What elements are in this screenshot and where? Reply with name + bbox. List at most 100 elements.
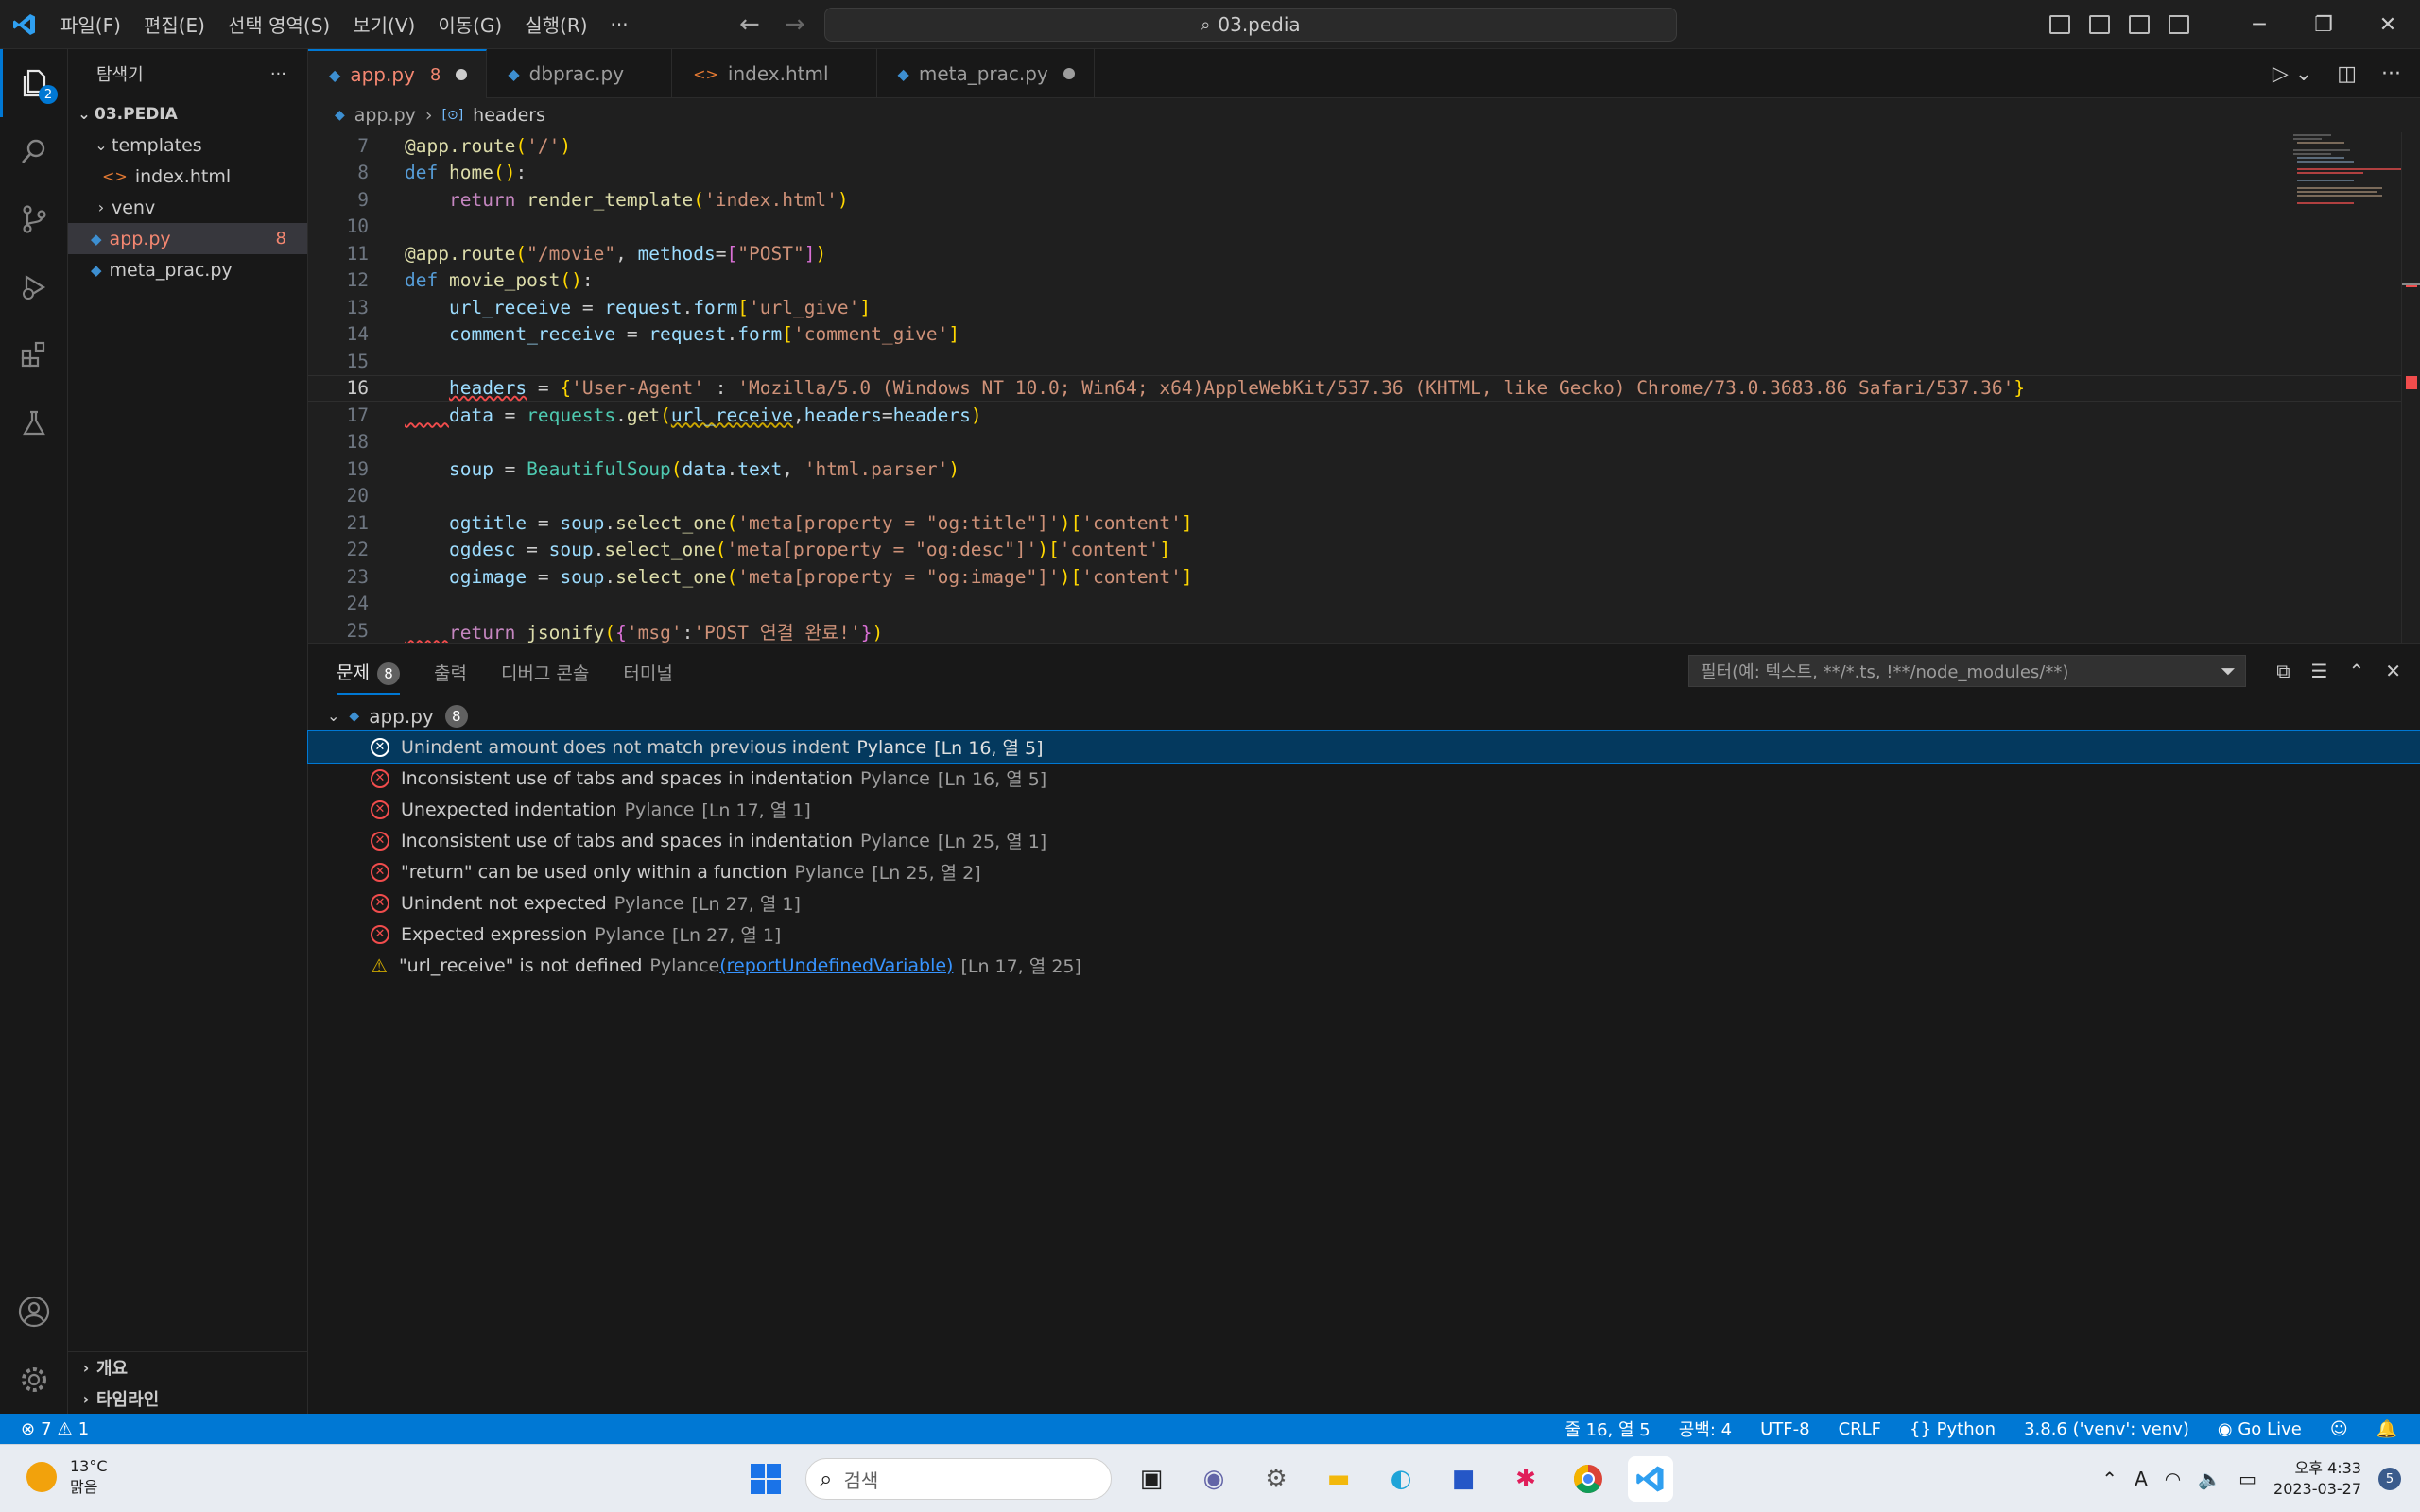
- bell-icon[interactable]: 🔔: [2377, 1419, 2397, 1439]
- toggle-panel-icon[interactable]: [2089, 15, 2110, 34]
- vscode-taskbar-icon[interactable]: [1628, 1456, 1673, 1502]
- toggle-secondary-sidebar-icon[interactable]: [2129, 15, 2150, 34]
- store-icon[interactable]: ■: [1441, 1456, 1486, 1502]
- notification-badge[interactable]: 5: [2378, 1468, 2401, 1490]
- weather-widget[interactable]: 13°C 맑음: [26, 1456, 108, 1498]
- file-explorer-icon[interactable]: ▬: [1316, 1456, 1361, 1502]
- back-arrow-icon[interactable]: ←: [739, 10, 760, 39]
- testing-flask-icon[interactable]: [0, 389, 68, 457]
- clock[interactable]: 오후 4:33 2023-03-27: [2273, 1458, 2361, 1500]
- windows-start-icon[interactable]: [743, 1456, 788, 1502]
- tree-item-venv[interactable]: › venv: [68, 192, 307, 223]
- maximize-panel-icon[interactable]: ⌃: [2348, 660, 2364, 682]
- cursor-position[interactable]: 줄 16, 열 5: [1564, 1417, 1650, 1441]
- tab-dbprac-py[interactable]: ◆ dbprac.py: [487, 49, 673, 98]
- collapse-all-icon[interactable]: ⧉: [2276, 660, 2290, 682]
- problem-rule-link[interactable]: (reportUndefinedVariable): [719, 955, 953, 976]
- volume-icon[interactable]: 🔈: [2198, 1468, 2221, 1490]
- outline-section[interactable]: › 개요: [68, 1351, 308, 1383]
- run-file-icon[interactable]: ▷ ⌄: [2273, 62, 2312, 86]
- problem-item[interactable]: ✕ "return" can be used only within a func…: [308, 856, 2420, 887]
- feedback-icon[interactable]: ☺: [2330, 1419, 2348, 1439]
- problem-item[interactable]: ✕ Unindent amount does not match previous…: [307, 730, 2420, 764]
- chevron-up-icon[interactable]: ⌃: [2101, 1468, 2118, 1490]
- ime-icon[interactable]: A: [2135, 1468, 2148, 1490]
- maximize-button[interactable]: ❐: [2291, 0, 2356, 49]
- customize-layout-icon[interactable]: [2169, 15, 2189, 34]
- explorer-icon[interactable]: 2: [0, 49, 68, 117]
- extensions-icon[interactable]: [0, 321, 68, 389]
- tab-debug-console[interactable]: 디버그 콘솔: [501, 660, 589, 685]
- minimap[interactable]: [2288, 132, 2401, 643]
- language-mode[interactable]: {} Python: [1910, 1419, 1996, 1439]
- slack-icon[interactable]: ✱: [1503, 1456, 1548, 1502]
- tab-index-html[interactable]: <> index.html: [672, 49, 877, 98]
- code-line: 14 comment_receive = request.form['comme…: [308, 321, 2401, 349]
- indentation[interactable]: 공백: 4: [1679, 1417, 1732, 1441]
- filter-icon[interactable]: ⏷: [2221, 660, 2236, 682]
- problem-item[interactable]: ✕ Expected expression Pylance [Ln 27, 열 1]: [308, 919, 2420, 950]
- tree-item-templates[interactable]: ⌄ templates: [68, 129, 307, 161]
- code-line: 19 soup = BeautifulSoup(data.text, 'html…: [308, 455, 2401, 483]
- problem-item[interactable]: ✕ Unindent not expected Pylance [Ln 27, 열 1…: [308, 887, 2420, 919]
- search-icon[interactable]: [0, 117, 68, 185]
- tab-output[interactable]: 출력: [434, 660, 467, 685]
- toggle-sidebar-icon[interactable]: [2049, 15, 2070, 34]
- python-interpreter[interactable]: 3.8.6 ('venv': venv): [2024, 1419, 2189, 1439]
- tree-item-meta-prac-py[interactable]: ◆ meta_prac.py: [68, 254, 307, 285]
- go-live-button[interactable]: ◉ Go Live: [2218, 1419, 2302, 1439]
- timeline-section[interactable]: › 타임라인: [68, 1383, 308, 1414]
- unsaved-dot-icon[interactable]: [456, 69, 468, 80]
- chrome-icon[interactable]: [1565, 1456, 1611, 1502]
- tab-app-py[interactable]: ◆ app.py 8: [308, 49, 488, 98]
- split-editor-icon[interactable]: ◫: [2337, 62, 2357, 86]
- sidebar-title: 탐색기: [96, 65, 144, 85]
- settings-gear-icon[interactable]: ⚙: [1253, 1456, 1299, 1502]
- minimize-button[interactable]: ─: [2227, 0, 2291, 49]
- tab-terminal[interactable]: 터미널: [623, 660, 672, 685]
- tab-meta-prac-py[interactable]: ◆ meta_prac.py: [877, 49, 1095, 98]
- more-actions-icon[interactable]: ···: [2381, 62, 2401, 86]
- menu-item[interactable]: 실행(R): [513, 0, 598, 49]
- code-editor[interactable]: 7 @app.route('/') 8 def home(): 9 return r…: [308, 132, 2401, 643]
- project-root[interactable]: ⌄ 03.PEDIA: [68, 98, 307, 129]
- forward-arrow-icon[interactable]: →: [785, 10, 805, 39]
- tab-problems[interactable]: 문제 8: [337, 649, 400, 695]
- source-control-icon[interactable]: [0, 185, 68, 253]
- close-panel-icon[interactable]: ✕: [2385, 660, 2401, 682]
- task-view-icon[interactable]: ▣: [1129, 1456, 1174, 1502]
- menu-item[interactable]: 편집(E): [132, 0, 216, 49]
- unsaved-dot-icon[interactable]: [1063, 68, 1075, 79]
- problem-item[interactable]: ✕ Inconsistent use of tabs and spaces in …: [308, 825, 2420, 856]
- edge-browser-icon[interactable]: ◐: [1378, 1456, 1424, 1502]
- breadcrumb-symbol[interactable]: headers: [473, 105, 545, 126]
- line-ending[interactable]: CRLF: [1839, 1419, 1881, 1439]
- problems-status[interactable]: ⊗ 7 ⚠ 1: [0, 1419, 89, 1439]
- menu-item[interactable]: ···: [599, 0, 640, 49]
- encoding[interactable]: UTF-8: [1760, 1419, 1809, 1439]
- breadcrumb-file[interactable]: app.py: [354, 105, 416, 126]
- run-debug-icon[interactable]: [0, 253, 68, 321]
- menu-item[interactable]: 보기(V): [341, 0, 426, 49]
- wifi-icon[interactable]: ◠: [2165, 1468, 2181, 1490]
- editor-scrollbar[interactable]: [2401, 132, 2420, 643]
- account-icon[interactable]: [0, 1278, 68, 1346]
- tree-item-app-py[interactable]: ◆ app.py 8: [68, 223, 307, 254]
- taskbar-search[interactable]: ⌕ 검색: [805, 1458, 1112, 1500]
- view-as-list-icon[interactable]: ☰: [2311, 660, 2328, 682]
- teams-chat-icon[interactable]: ◉: [1191, 1456, 1236, 1502]
- problems-file-group[interactable]: ⌄ ◆ app.py 8: [308, 700, 2420, 731]
- problems-filter-input[interactable]: 필터(예: 텍스트, **/*.ts, !**/node_modules/**)…: [1688, 655, 2246, 687]
- battery-icon[interactable]: ▭: [2238, 1468, 2256, 1490]
- tree-item-index-html[interactable]: <> index.html: [68, 161, 307, 192]
- command-center[interactable]: ⌕ 03.pedia: [824, 8, 1677, 42]
- more-actions-icon[interactable]: ···: [270, 64, 286, 84]
- problem-item[interactable]: ⚠ "url_receive" is not defined Pylance (rep…: [308, 950, 2420, 981]
- menu-item[interactable]: 이동(G): [426, 0, 513, 49]
- problem-item[interactable]: ✕ Unexpected indentation Pylance [Ln 17, 열 …: [308, 794, 2420, 825]
- settings-gear-icon[interactable]: [0, 1346, 68, 1414]
- close-window-button[interactable]: ✕: [2356, 0, 2420, 49]
- menu-item[interactable]: 파일(F): [49, 0, 132, 49]
- problem-item[interactable]: ✕ Inconsistent use of tabs and spaces in …: [308, 763, 2420, 794]
- menu-item[interactable]: 선택 영역(S): [216, 0, 341, 49]
